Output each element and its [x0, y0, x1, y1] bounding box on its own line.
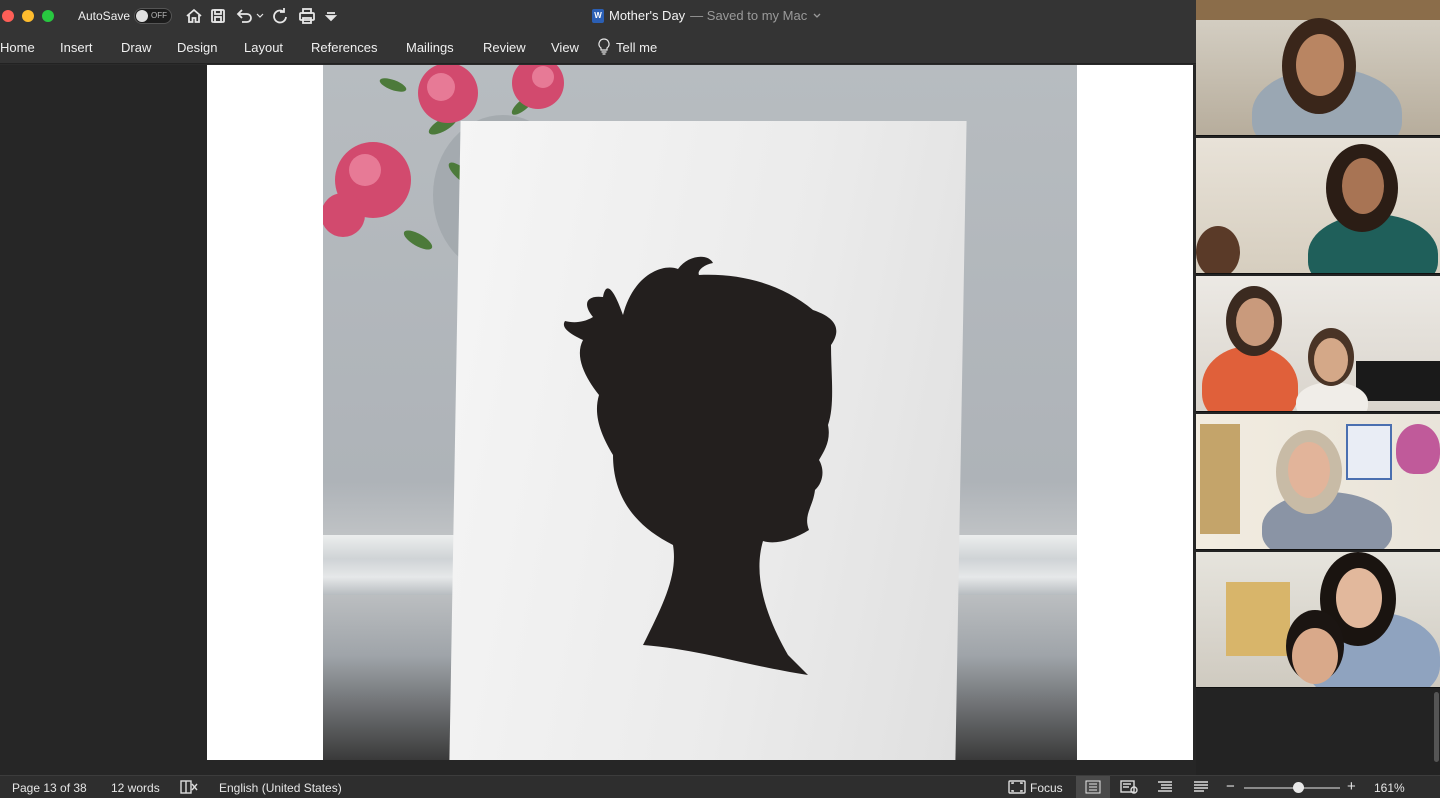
zoom-slider-knob[interactable]: [1293, 782, 1305, 793]
video-tile-5[interactable]: [1196, 552, 1440, 688]
wall-poster: [1200, 424, 1240, 534]
tab-home[interactable]: Home: [0, 40, 35, 55]
tab-insert[interactable]: Insert: [60, 40, 93, 55]
draft-view-icon[interactable]: [1192, 780, 1210, 797]
participant-face: [1288, 442, 1330, 498]
proofing-icon[interactable]: [180, 779, 198, 798]
zoom-level[interactable]: 161%: [1374, 781, 1405, 795]
video-tile-2[interactable]: [1196, 138, 1440, 274]
tell-me-label: Tell me: [616, 39, 658, 55]
tab-layout[interactable]: Layout: [244, 40, 283, 55]
print-layout-view-button[interactable]: [1076, 776, 1110, 798]
lightbulb-icon: [598, 38, 610, 55]
focus-label[interactable]: Focus: [1030, 781, 1063, 795]
title-bar: AutoSave OFF W Mother's Day — Saved to m…: [0, 0, 1196, 32]
participant-face: [1296, 34, 1344, 96]
child-silhouette-image: [563, 256, 837, 675]
participant-face: [1342, 158, 1384, 214]
tell-me-search[interactable]: Tell me: [598, 38, 657, 56]
undo-icon[interactable]: [234, 6, 266, 26]
tab-references[interactable]: References: [311, 40, 377, 55]
participant-body: [1202, 346, 1298, 411]
status-bar: Page 13 of 38 12 words English (United S…: [0, 775, 1440, 798]
chevron-down-icon: [813, 13, 821, 18]
video-tile-4[interactable]: [1196, 414, 1440, 550]
wall-art: [1346, 424, 1392, 480]
zoom-out-button[interactable]: −: [1226, 778, 1235, 795]
page-count[interactable]: Page 13 of 38: [12, 781, 87, 795]
print-icon[interactable]: [296, 6, 318, 26]
autosave-label: AutoSave: [78, 9, 131, 23]
document-name: Mother's Day: [609, 8, 686, 23]
minimize-window-button[interactable]: [22, 10, 34, 22]
customize-toolbar-icon[interactable]: [324, 6, 338, 26]
save-icon[interactable]: [208, 6, 228, 26]
language[interactable]: English (United States): [219, 781, 342, 795]
zoom-window-button[interactable]: [42, 10, 54, 22]
home-icon[interactable]: [184, 6, 204, 26]
word-count[interactable]: 12 words: [111, 781, 160, 795]
video-tile-1[interactable]: [1196, 0, 1440, 136]
child-face: [1314, 338, 1348, 382]
video-call-panel: [1196, 0, 1440, 775]
tab-draw[interactable]: Draw: [121, 40, 151, 55]
tab-view[interactable]: View: [551, 40, 579, 55]
background-shelf: [1226, 582, 1290, 656]
video-panel-scrollbar[interactable]: [1434, 692, 1439, 762]
video-tile-3[interactable]: [1196, 276, 1440, 412]
autosave-toggle[interactable]: OFF: [134, 8, 172, 24]
zoom-slider[interactable]: [1244, 782, 1340, 793]
focus-icon[interactable]: [1008, 780, 1026, 797]
close-window-button[interactable]: [2, 10, 14, 22]
outline-view-icon[interactable]: [1156, 780, 1174, 797]
word-app-icon: W: [592, 8, 604, 23]
child-face: [1292, 628, 1338, 684]
document-canvas: [0, 65, 1196, 775]
participant-face: [1336, 568, 1382, 628]
participant-face: [1236, 298, 1274, 346]
print-layout-icon: [1085, 780, 1101, 794]
document-page[interactable]: [207, 65, 1193, 760]
autosave-state: OFF: [151, 11, 167, 20]
tab-design[interactable]: Design: [177, 40, 217, 55]
tv-screen: [1356, 361, 1440, 401]
toggle-knob: [136, 10, 148, 22]
document-title[interactable]: W Mother's Day — Saved to my Mac: [592, 8, 822, 23]
child-face: [1196, 226, 1240, 273]
redo-icon[interactable]: [270, 6, 290, 26]
tab-mailings[interactable]: Mailings: [406, 40, 454, 55]
bookshelf: [1196, 0, 1440, 20]
tab-review[interactable]: Review: [483, 40, 526, 55]
web-layout-icon[interactable]: [1120, 780, 1138, 797]
flowers: [1396, 424, 1440, 474]
save-status: — Saved to my Mac: [690, 8, 808, 23]
zoom-in-button[interactable]: +: [1347, 778, 1356, 795]
ribbon-tabs: Home Insert Draw Design Layout Reference…: [0, 32, 1196, 64]
inserted-photo[interactable]: [323, 65, 1077, 760]
